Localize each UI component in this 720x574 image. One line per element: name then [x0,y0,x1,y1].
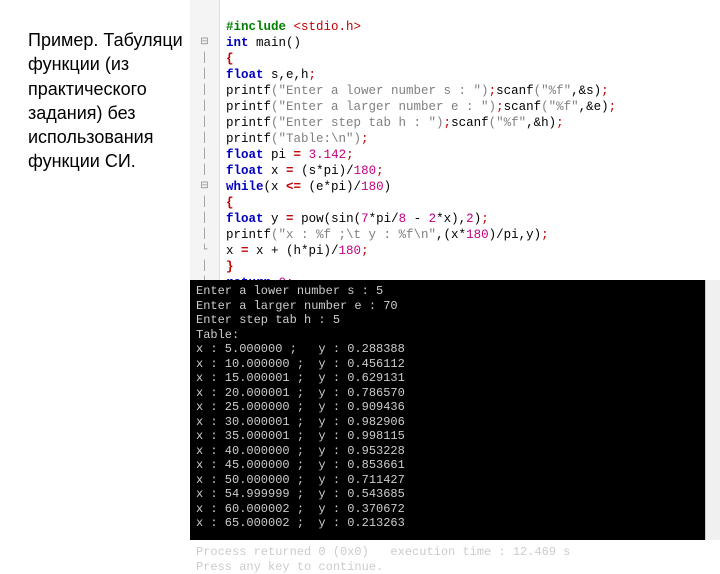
console-line: Enter a lower number s : 5 [196,284,383,298]
console-line: x : 65.000002 ; y : 0.213263 [196,516,405,530]
console-line: x : 20.000001 ; y : 0.786570 [196,386,405,400]
console-line: x : 60.000002 ; y : 0.370672 [196,502,405,516]
console-line: Process returned 0 (0x0) execution time … [196,545,570,559]
console-line: Enter step tab h : 5 [196,313,340,327]
desc-line: практического [28,79,147,99]
code-editor: ⊟ │ │ │ │ │ │ │ │ ⊟ │ │ │ └ │ └ #include… [190,0,720,280]
scrollbar[interactable] [705,280,720,540]
console-line: x : 50.000000 ; y : 0.711427 [196,473,405,487]
desc-line: Пример. Табуляци [28,30,183,50]
console-line: x : 35.000001 ; y : 0.998115 [196,429,405,443]
console-line: Press any key to continue. [196,560,383,574]
console-line: x : 40.000000 ; y : 0.953228 [196,444,405,458]
console-line: x : 15.000001 ; y : 0.629131 [196,371,405,385]
code-content[interactable]: #include <stdio.h> int main() { float s,… [220,0,720,280]
description-text: Пример. Табуляци функции (из практическо… [28,28,198,174]
desc-line: задания) без [28,103,136,123]
console-line: x : 10.000000 ; y : 0.456112 [196,357,405,371]
desc-line: функции (из [28,54,129,74]
desc-line: функции СИ. [28,151,136,171]
console-line: Enter a larger number e : 70 [196,299,398,313]
console-line: Table: [196,328,239,342]
console-line: x : 45.000000 ; y : 0.853661 [196,458,405,472]
console-line: x : 54.999999 ; y : 0.543685 [196,487,405,501]
fold-minus-icon[interactable]: ⊟ [190,179,219,195]
desc-line: использования [28,127,153,147]
console-line: x : 5.000000 ; y : 0.288388 [196,342,405,356]
console-output: Enter a lower number s : 5 Enter a large… [190,280,706,540]
console-line: x : 25.000000 ; y : 0.909436 [196,400,405,414]
console-line: x : 30.000001 ; y : 0.982906 [196,415,405,429]
